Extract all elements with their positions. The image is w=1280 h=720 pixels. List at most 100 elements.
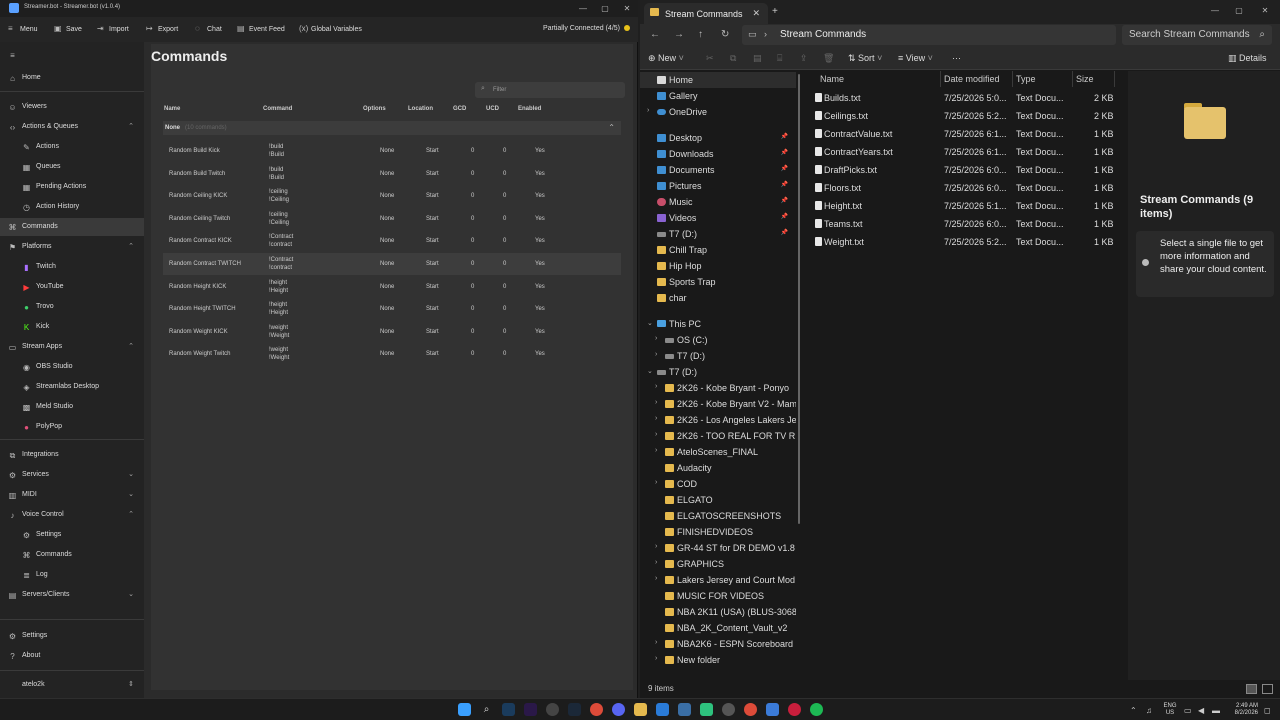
start-icon[interactable] bbox=[458, 703, 471, 716]
close-button[interactable]: ✕ bbox=[616, 2, 638, 15]
nav-item-quick-access[interactable]: Desktop 📌 bbox=[640, 130, 796, 146]
nav-item-onedrive[interactable]: › OneDrive bbox=[640, 104, 796, 120]
nav-item-folder[interactable]: Audacity bbox=[640, 460, 796, 476]
language-indicator[interactable]: ENG US bbox=[1162, 703, 1178, 717]
search-input[interactable]: Search Stream Commands ⌕ bbox=[1122, 25, 1272, 45]
sidebar-item-queues[interactable]: ▦ Queues bbox=[0, 158, 144, 176]
nav-item-folder[interactable]: › Lakers Jersey and Court Mod M bbox=[640, 572, 796, 588]
speaker-icon[interactable]: ◀ bbox=[1198, 706, 1204, 715]
tiles-view-icon[interactable] bbox=[1262, 684, 1273, 694]
nav-item-this-pc[interactable]: ⌄ This PC bbox=[640, 316, 796, 332]
forward-arrow-icon[interactable]: → bbox=[674, 29, 684, 40]
nav-item-folder[interactable]: ELGATOSCREENSHOTS bbox=[640, 508, 796, 524]
details-view-icon[interactable] bbox=[1246, 684, 1257, 694]
sidebar-item-youtube[interactable]: ▶ YouTube bbox=[0, 278, 144, 296]
nav-item-folder[interactable]: › New folder bbox=[640, 652, 796, 668]
sidebar-item-voice-log[interactable]: ≣ Log bbox=[0, 566, 144, 584]
sidebar-item-midi[interactable]: ▥ MIDI ⌄ bbox=[0, 486, 144, 504]
nav-item-folder[interactable]: › 2K26 - TOO REAL FOR TV RESH bbox=[640, 428, 796, 444]
column-header-gcd[interactable]: GCD bbox=[453, 106, 466, 112]
nav-item-folder[interactable]: FINISHEDVIDEOS bbox=[640, 524, 796, 540]
sidebar-item-menu-toggle[interactable]: ≡ bbox=[0, 46, 144, 64]
sidebar-item-pending-actions[interactable]: ▦ Pending Actions bbox=[0, 178, 144, 196]
import-button[interactable]: ⇥ Import bbox=[97, 24, 129, 36]
file-row[interactable]: Ceilings.txt 7/25/2026 5:2... Text Docu...… bbox=[808, 107, 1128, 125]
save-button[interactable]: ▣ Save bbox=[54, 24, 82, 36]
filter-input[interactable]: ⌕ Filter bbox=[475, 82, 625, 98]
chevron-right-icon[interactable]: › bbox=[655, 479, 657, 486]
nav-item-quick-access[interactable]: Hip Hop bbox=[640, 258, 796, 274]
nav-item-drive[interactable]: › OS (C:) bbox=[640, 332, 796, 348]
column-header-enabled[interactable]: Enabled bbox=[518, 106, 541, 112]
table-row[interactable]: Random Build Kick None Start 0 0 Yes !build !Bu… bbox=[163, 140, 621, 162]
chat-button[interactable]: ◌ Chat bbox=[195, 24, 222, 36]
more-options-button[interactable]: ··· bbox=[952, 53, 961, 63]
nav-item-folder[interactable]: › 2K26 - Kobe Bryant V2 - Mamb bbox=[640, 396, 796, 412]
nav-item-folder[interactable]: NBA_2K_Content_Vault_v2 bbox=[640, 620, 796, 636]
sidebar-item-polypop[interactable]: ● PolyPop bbox=[0, 418, 144, 436]
sidebar-item-action-history[interactable]: ◷ Action History bbox=[0, 198, 144, 216]
chevron-right-icon[interactable]: › bbox=[655, 335, 657, 342]
sort-button[interactable]: ⇅ Sort ˅ bbox=[848, 53, 882, 64]
chevron-up-icon[interactable]: ⌃ bbox=[1130, 706, 1137, 715]
chevron-right-icon[interactable]: › bbox=[647, 107, 649, 114]
sidebar-item-trovo[interactable]: ● Trovo bbox=[0, 298, 144, 316]
connection-status[interactable]: Partially Connected (4/5) bbox=[543, 25, 630, 32]
nav-item-quick-access[interactable]: Sports Trap bbox=[640, 274, 796, 290]
chevron-right-icon[interactable]: › bbox=[655, 351, 657, 358]
delete-icon[interactable]: 🗑 bbox=[823, 53, 834, 64]
headset-icon[interactable]: ♫ bbox=[1146, 706, 1152, 715]
global-variables-button[interactable]: (x) Global Variables bbox=[299, 24, 362, 36]
nav-item-folder[interactable]: › 2K26 - Kobe Bryant - Ponyo bbox=[640, 380, 796, 396]
column-header-command[interactable]: Command bbox=[263, 106, 292, 112]
chevron-right-icon[interactable]: › bbox=[655, 655, 657, 662]
table-row[interactable]: Random Contract TWITCH None Start 0 0 Yes !Con… bbox=[163, 253, 621, 275]
nav-item-quick-access[interactable]: Chill Trap bbox=[640, 242, 796, 258]
export-button[interactable]: ↦ Export bbox=[146, 24, 178, 36]
battery-icon[interactable]: ▬ bbox=[1212, 706, 1220, 715]
nav-item-quick-access[interactable]: Music 📌 bbox=[640, 194, 796, 210]
app-icon[interactable] bbox=[766, 703, 779, 716]
cut-icon[interactable]: ✂ bbox=[706, 53, 714, 64]
chevron-right-icon[interactable]: › bbox=[655, 399, 657, 406]
chevron-right-icon[interactable]: › bbox=[655, 383, 657, 390]
group-row[interactable]: None (10 commands) ⌃ bbox=[163, 121, 621, 135]
details-button[interactable]: ▥ Details bbox=[1228, 53, 1267, 64]
column-header-name[interactable]: Name bbox=[164, 106, 180, 112]
sidebar-item-about[interactable]: ? About bbox=[0, 647, 144, 665]
file-row[interactable]: Teams.txt 7/25/2026 6:0... Text Docu... 1 K… bbox=[808, 215, 1128, 233]
file-row[interactable]: Weight.txt 7/25/2026 5:2... Text Docu... 1 … bbox=[808, 233, 1128, 251]
sidebar-item-actions[interactable]: ✎ Actions bbox=[0, 138, 144, 156]
menu-button[interactable]: ≡ Menu bbox=[8, 24, 38, 36]
column-header-size[interactable]: Size bbox=[1076, 74, 1094, 84]
sidebar-item-voice-control[interactable]: ♪ Voice Control ⌃ bbox=[0, 506, 144, 524]
maximize-button[interactable]: ▢ bbox=[594, 2, 616, 15]
sidebar-item-obs-studio[interactable]: ◉ OBS Studio bbox=[0, 358, 144, 376]
close-tab-icon[interactable]: ✕ bbox=[752, 8, 760, 19]
clock[interactable]: 2:49 AM 8/2/2026 bbox=[1222, 703, 1258, 717]
sidebar-item-kick[interactable]: K Kick bbox=[0, 318, 144, 336]
table-row[interactable]: Random Weight KICK None Start 0 0 Yes !weight!… bbox=[163, 321, 621, 343]
nav-item-quick-access[interactable]: Pictures 📌 bbox=[640, 178, 796, 194]
notification-icon[interactable]: ◻ bbox=[1264, 706, 1271, 715]
nav-item-quick-access[interactable]: char bbox=[640, 290, 796, 306]
address-input[interactable]: ▭ › Stream Commands bbox=[742, 25, 1116, 45]
table-row[interactable]: Random Build Twitch None Start 0 0 Yes !build!… bbox=[163, 163, 621, 185]
app-icon[interactable] bbox=[656, 703, 669, 716]
table-row[interactable]: Random Ceiling KICK None Start 0 0 Yes !ceilin… bbox=[163, 185, 621, 207]
table-row[interactable]: Random Contract KICK None Start 0 0 Yes !Contr… bbox=[163, 230, 621, 252]
table-row[interactable]: Random Weight Twitch None Start 0 0 Yes !weigh… bbox=[163, 343, 621, 365]
nav-item-folder[interactable]: › 2K26 - Los Angeles Lakers Jerse bbox=[640, 412, 796, 428]
nav-item-folder[interactable]: › GR-44 ST for DR DEMO v1.8 Co bbox=[640, 540, 796, 556]
sidebar-item-twitch[interactable]: ▮ Twitch bbox=[0, 258, 144, 276]
app-icon[interactable] bbox=[678, 703, 691, 716]
file-row[interactable]: ContractValue.txt 7/25/2026 6:1... Text Do… bbox=[808, 125, 1128, 143]
nav-item-home[interactable]: Home bbox=[640, 72, 796, 88]
sidebar-item-servers-clients[interactable]: ▤ Servers/Clients ⌄ bbox=[0, 586, 144, 604]
new-button[interactable]: ⊕ New ˅ bbox=[648, 53, 684, 64]
nav-item-quick-access[interactable]: T7 (D:) 📌 bbox=[640, 226, 796, 242]
sidebar-item-stream-apps[interactable]: ▭ Stream Apps ⌃ bbox=[0, 338, 144, 356]
chevron-right-icon[interactable]: › bbox=[655, 415, 657, 422]
nav-item-folder[interactable]: › NBA2K6 - ESPN Scoreboard by bbox=[640, 636, 796, 652]
file-row[interactable]: ContractYears.txt 7/25/2026 6:1... Text Do… bbox=[808, 143, 1128, 161]
